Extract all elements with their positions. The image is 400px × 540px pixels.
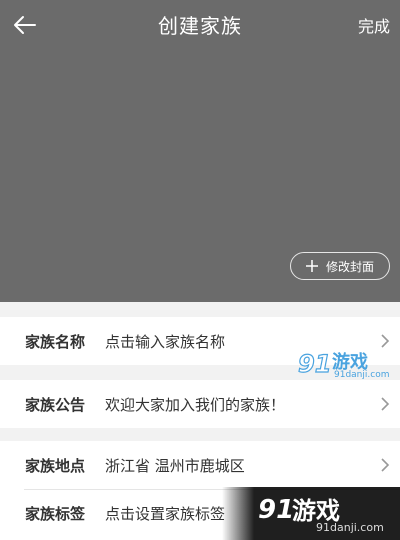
- watermark-logo-icon: 91: [298, 349, 330, 378]
- change-cover-label: 修改封面: [325, 259, 374, 274]
- top-bar: 创建家族 完成: [0, 0, 400, 50]
- done-button[interactable]: 完成: [358, 13, 390, 37]
- watermark-logo-icon: 91: [258, 495, 292, 523]
- watermark-small: 91 游戏 91danji.com: [292, 344, 392, 384]
- family-name-input[interactable]: 点击输入家族名称: [105, 331, 225, 352]
- family-name-label: 家族名称: [25, 332, 86, 351]
- chevron-right-icon: [381, 458, 390, 472]
- section-family-notice: 家族公告 欢迎大家加入我们的家族！: [0, 380, 400, 428]
- family-notice-label: 家族公告: [25, 395, 86, 414]
- family-location-label: 家族地点: [25, 456, 86, 475]
- watermark-domain: 91danji.com: [334, 370, 390, 380]
- svg-text:91: 91: [258, 495, 292, 523]
- chevron-right-icon: [381, 397, 390, 411]
- family-notice-row[interactable]: 家族公告 欢迎大家加入我们的家族！: [0, 380, 400, 428]
- family-location-row[interactable]: 家族地点 浙江省 温州市鹿城区: [0, 441, 400, 489]
- family-location-value[interactable]: 浙江省 温州市鹿城区: [105, 455, 245, 476]
- plus-icon: [305, 260, 318, 272]
- family-tags-label: 家族标签: [25, 504, 86, 523]
- family-tags-value[interactable]: 点击设置家族标签: [105, 503, 225, 524]
- watermark-large: 91 游戏 91danji.com: [222, 487, 400, 540]
- page-title: 创建家族: [158, 14, 242, 38]
- watermark-domain: 91danji.com: [316, 521, 384, 534]
- svg-text:91: 91: [298, 350, 330, 378]
- change-cover-button[interactable]: 修改封面: [290, 252, 390, 280]
- family-notice-value[interactable]: 欢迎大家加入我们的家族！: [105, 394, 285, 415]
